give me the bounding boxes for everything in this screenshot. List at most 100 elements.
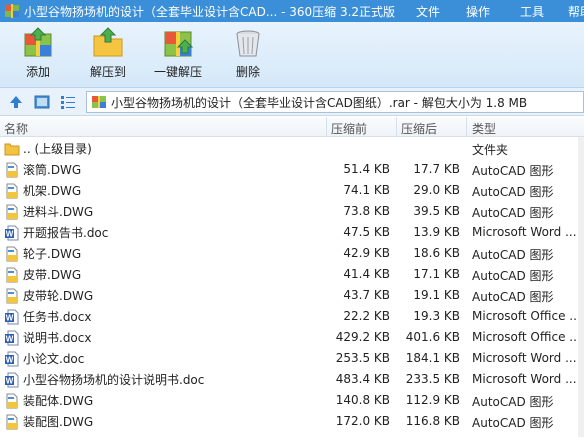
dwg-icon [4,267,23,283]
dwg-icon [4,162,23,178]
file-row[interactable]: W 任务书.docx 22.2 KB 19.3 KB Microsoft Office … [0,305,584,326]
menu-tools[interactable]: 工具 [520,3,568,20]
file-row[interactable]: 轮子.DWG 42.9 KB 18.6 KB AutoCAD 图形 [0,242,584,263]
dwg-icon [4,183,23,199]
dwg-icon [4,246,23,262]
menu-help[interactable]: 帮助 [568,3,584,20]
file-type: AutoCAD 图形 [472,395,554,409]
word-icon: W [4,372,23,388]
file-name-cell: W 说明书.docx [4,329,91,346]
svg-text:W: W [6,313,14,322]
file-name: 任务书.docx [23,310,92,324]
app-icon [4,3,20,19]
file-type: AutoCAD 图形 [472,164,554,178]
add-button[interactable]: 添加 [18,26,58,86]
file-name: 皮带.DWG [23,268,82,282]
file-packed-size: 172.0 KB [335,414,390,428]
file-name-cell: W 开题报告书.doc [4,224,108,241]
file-row[interactable]: 进料斗.DWG 73.8 KB 39.5 KB AutoCAD 图形 [0,200,584,221]
scrollbar[interactable] [578,137,584,437]
column-name[interactable]: 名称 [4,120,28,137]
file-packed-size: 47.5 KB [343,225,390,239]
file-name-cell: 机架.DWG [4,182,81,199]
file-list: .. (上级目录) 文件夹 滚筒.DWG 51.4 KB 17.7 KB AutoCAD … [0,137,584,437]
file-name-cell: 装配体.DWG [4,392,93,409]
folder-icon [4,141,23,157]
file-packed-size: 74.1 KB [343,183,390,197]
file-row[interactable]: 装配体.DWG 140.8 KB 112.9 KB AutoCAD 图形 [0,389,584,410]
file-packed-size: 51.4 KB [343,162,390,176]
column-type[interactable]: 类型 [472,120,496,137]
file-compressed-size: 19.3 KB [413,309,460,323]
file-packed-size: 429.2 KB [335,330,390,344]
file-type: AutoCAD 图形 [472,269,554,283]
thumbnail-view-icon[interactable] [34,94,50,110]
word-icon: W [4,351,23,367]
file-row[interactable]: 装配图.DWG 172.0 KB 116.8 KB AutoCAD 图形 [0,410,584,431]
file-row[interactable]: .. (上级目录) 文件夹 [0,137,584,158]
file-row[interactable]: W 开题报告书.doc 47.5 KB 13.9 KB Microsoft Word .… [0,221,584,242]
file-row[interactable]: 滚筒.DWG 51.4 KB 17.7 KB AutoCAD 图形 [0,158,584,179]
path-field[interactable]: 小型谷物扬场机的设计（全套毕业设计含CAD图纸）.rar - 解包大小为 1.8… [86,91,584,113]
file-name-cell: 皮带轮.DWG [4,287,93,304]
file-name-cell: W 小论文.doc [4,350,84,367]
file-name: 装配体.DWG [23,394,94,408]
file-row[interactable]: 机架.DWG 74.1 KB 29.0 KB AutoCAD 图形 [0,179,584,200]
file-name-cell: .. (上级目录) [4,140,92,157]
file-name-cell: W 任务书.docx [4,308,91,325]
file-type: Microsoft Word ... [472,372,577,386]
file-row[interactable]: 皮带轮.DWG 43.7 KB 19.1 KB AutoCAD 图形 [0,284,584,305]
add-archive-icon [24,27,52,57]
delete-button[interactable]: 删除 [230,26,266,86]
file-name: 机架.DWG [23,184,82,198]
file-row[interactable]: W 说明书.docx 429.2 KB 401.6 KB Microsoft Offic… [0,326,584,347]
file-type: Microsoft Office ... [472,330,581,344]
file-compressed-size: 401.6 KB [405,330,460,344]
file-packed-size: 253.5 KB [335,351,390,365]
file-name-cell: 轮子.DWG [4,245,81,262]
dwg-icon [4,393,23,409]
file-type: AutoCAD 图形 [472,206,554,220]
word-icon: W [4,309,23,325]
file-type: 文件夹 [472,143,509,157]
one-click-extract-button[interactable]: 一键解压 [152,26,204,86]
file-packed-size: 73.8 KB [343,204,390,218]
file-compressed-size: 184.1 KB [405,351,460,365]
file-type: Microsoft Word ... [472,225,577,239]
menu-file[interactable]: 文件 [416,3,466,20]
svg-text:W: W [6,355,14,364]
up-arrow-icon[interactable] [8,94,24,110]
file-compressed-size: 18.6 KB [413,246,460,260]
file-type: Microsoft Word ... [472,351,577,365]
trash-icon [236,30,260,57]
file-name: 进料斗.DWG [23,205,94,219]
menu-action[interactable]: 操作 [466,3,520,20]
toolbar: 添加 解压到 一键解压 删除 [0,22,584,88]
file-name: 开题报告书.doc [23,226,109,240]
file-row[interactable]: W 小型谷物扬场机的设计说明书.doc 483.4 KB 233.5 KB Micros… [0,368,584,389]
dwg-icon [4,204,23,220]
one-click-extract-label: 一键解压 [153,65,202,79]
file-name: 皮带轮.DWG [23,289,94,303]
word-icon: W [4,330,23,346]
svg-text:W: W [6,334,14,343]
file-row[interactable]: W 小论文.doc 253.5 KB 184.1 KB Microsoft Word .… [0,347,584,368]
file-name-cell: 滚筒.DWG [4,161,81,178]
file-name: 滚筒.DWG [23,163,82,177]
column-size[interactable]: 压缩后 [401,120,437,137]
file-row[interactable]: 皮带.DWG 41.4 KB 17.1 KB AutoCAD 图形 [0,263,584,284]
file-compressed-size: 13.9 KB [413,225,460,239]
extract-folder-icon [93,27,123,57]
add-label: 添加 [25,65,50,79]
extract-to-label: 解压到 [89,65,126,79]
column-packed[interactable]: 压缩前 [331,120,367,137]
file-name-cell: 皮带.DWG [4,266,81,283]
file-packed-size: 22.2 KB [343,309,390,323]
file-compressed-size: 17.1 KB [413,267,460,281]
list-view-icon[interactable] [60,94,76,110]
file-packed-size: 42.9 KB [343,246,390,260]
extract-to-button[interactable]: 解压到 [86,26,130,86]
delete-label: 删除 [235,65,260,79]
file-name: 小型谷物扬场机的设计说明书.doc [23,373,205,387]
file-packed-size: 43.7 KB [343,288,390,302]
